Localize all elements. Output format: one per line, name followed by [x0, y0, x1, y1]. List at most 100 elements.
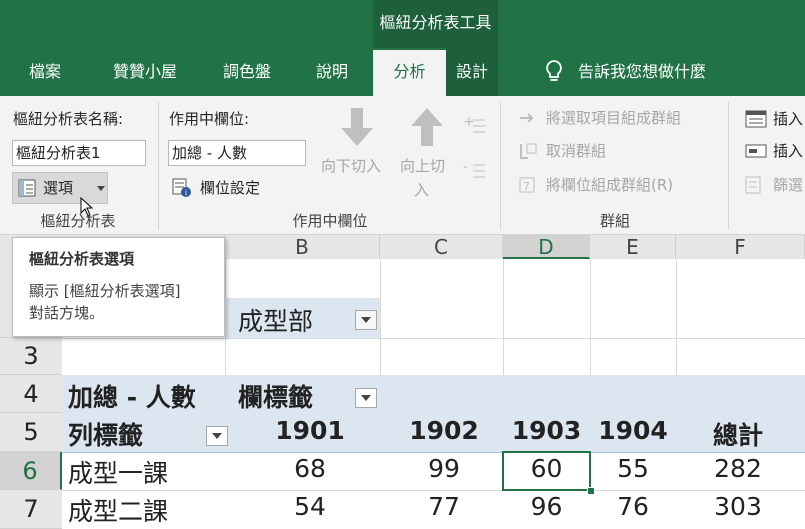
lightbulb-icon	[544, 58, 564, 86]
active-cell-border	[502, 451, 591, 491]
slicer-icon	[745, 110, 767, 128]
filter-value: 成型部	[238, 307, 314, 336]
group-separator	[500, 102, 501, 230]
tab-design[interactable]: 設計	[446, 48, 498, 96]
row-total-cell[interactable]: 282	[676, 454, 800, 483]
year-header[interactable]: 1903	[503, 416, 590, 445]
insert-slicer-button[interactable]: 插入	[745, 108, 805, 130]
collapse-field-icon[interactable]: -	[463, 159, 487, 182]
filter-connections-label: 篩選	[773, 176, 804, 194]
group-selection-label: 將選取項目組成群組	[546, 109, 682, 127]
grid-line	[590, 259, 591, 375]
group-field-icon: 7	[518, 176, 538, 194]
data-cell[interactable]: 99	[385, 454, 503, 483]
group-separator	[728, 102, 729, 230]
column-labels-filter-button[interactable]	[355, 388, 377, 408]
ungroup-label: 取消群組	[546, 142, 607, 160]
tab-file[interactable]: 檔案	[12, 48, 78, 96]
column-header-e[interactable]: E	[590, 235, 676, 259]
active-field-label: 作用中欄位:	[169, 110, 250, 128]
svg-text:+: +	[463, 115, 475, 130]
field-settings-label: 欄位設定	[200, 179, 261, 197]
column-header-d[interactable]: D	[503, 235, 590, 259]
options-icon	[18, 179, 36, 197]
svg-text:i: i	[185, 189, 187, 198]
ungroup-icon	[518, 142, 538, 160]
group-field-label: 將欄位組成群組(R)	[546, 176, 674, 194]
row-header-7[interactable]: 7	[0, 490, 62, 529]
insert-slicer-label: 插入	[773, 110, 804, 128]
row-labels-caption[interactable]: 列標籤	[68, 416, 143, 452]
group-field-button[interactable]: 7 將欄位組成群組(R)	[518, 174, 738, 198]
tab-help[interactable]: 說明	[296, 48, 368, 96]
tooltip-title: 樞紐分析表選項	[29, 250, 135, 268]
row-labels-filter-button[interactable]	[206, 426, 228, 446]
grid-line	[62, 490, 805, 491]
timeline-icon	[745, 142, 767, 160]
filter-dropdown-button[interactable]	[355, 310, 377, 330]
row-header-5[interactable]: 5	[0, 413, 62, 452]
column-header-f[interactable]: F	[676, 235, 805, 259]
tooltip-line2: 對話方塊。	[29, 304, 105, 322]
group-selection-arrow-icon	[518, 109, 538, 127]
tooltip-line1: 顯示 [樞紐分析表選項]	[29, 282, 181, 300]
drill-up-button-line2: 入	[414, 181, 430, 199]
active-field-group-label: 作用中欄位	[292, 212, 368, 230]
pivot-tools-context-header: 樞紐分析表工具	[373, 0, 498, 48]
grid-line	[503, 259, 504, 375]
pivot-group-label: 樞紐分析表	[40, 212, 116, 230]
grand-total-header[interactable]: 總計	[676, 416, 800, 452]
column-header-c[interactable]: C	[380, 235, 503, 259]
pivot-header-border	[62, 452, 805, 453]
svg-text:7: 7	[523, 180, 530, 193]
pivot-name-field[interactable]: 樞紐分析表1	[12, 140, 146, 166]
field-settings-button[interactable]: i 欄位設定	[170, 175, 330, 201]
options-tooltip: 樞紐分析表選項 顯示 [樞紐分析表選項] 對話方塊。	[12, 237, 225, 337]
row-label[interactable]: 成型二課	[68, 492, 168, 528]
tab-zanzan[interactable]: 贊贊小屋	[92, 48, 198, 96]
drill-up-arrow-icon	[403, 104, 451, 150]
pivot-name-label: 樞紐分析表名稱:	[13, 110, 124, 128]
year-header[interactable]: 1901	[240, 416, 380, 445]
row-total-cell[interactable]: 303	[676, 492, 800, 521]
row-header-4[interactable]: 4	[0, 375, 62, 413]
data-cell[interactable]: 96	[503, 492, 590, 521]
column-header-b[interactable]: B	[225, 235, 380, 259]
data-cell[interactable]: 68	[240, 454, 380, 483]
insert-timeline-button[interactable]: 插入	[745, 140, 805, 162]
year-header[interactable]: 1902	[385, 416, 503, 445]
group-selection-button[interactable]: 將選取項目組成群組	[518, 107, 738, 131]
group-separator	[158, 102, 159, 230]
row-header-3[interactable]: 3	[0, 338, 62, 375]
values-caption[interactable]: 加總 - 人數	[68, 378, 196, 414]
grid-line	[62, 338, 805, 339]
fill-handle[interactable]	[587, 487, 595, 495]
filter-connections-button[interactable]: 篩選	[745, 174, 805, 196]
grid-line	[676, 259, 677, 375]
expand-field-icon[interactable]: +	[463, 114, 487, 137]
group-group-label: 群組	[599, 212, 630, 230]
field-settings-icon: i	[172, 178, 192, 198]
drill-down-arrow-icon	[333, 104, 381, 150]
options-dropdown-arrow[interactable]	[97, 186, 105, 191]
tell-me-search[interactable]: 告訴我您想做什麼	[578, 48, 738, 96]
data-cell[interactable]: 54	[240, 492, 380, 521]
year-header[interactable]: 1904	[590, 416, 676, 445]
tab-palette[interactable]: 調色盤	[208, 48, 286, 96]
svg-text:-: -	[463, 160, 468, 175]
row-label[interactable]: 成型一課	[68, 454, 168, 490]
tab-analyze[interactable]: 分析	[373, 50, 446, 96]
data-cell[interactable]: 76	[590, 492, 676, 521]
data-cell[interactable]: 55	[590, 454, 676, 483]
row-header-6[interactable]: 6	[0, 452, 62, 490]
options-label: 選項	[43, 179, 74, 197]
grid-line	[380, 259, 381, 375]
column-labels-caption[interactable]: 欄標籤	[238, 378, 313, 414]
data-cell[interactable]: 77	[385, 492, 503, 521]
insert-timeline-label: 插入	[773, 142, 804, 160]
ungroup-button[interactable]: 取消群組	[518, 140, 738, 164]
active-field-input[interactable]: 加總 - 人數	[168, 140, 306, 166]
filter-connections-icon	[745, 176, 767, 194]
drill-down-button[interactable]: 向下切入	[321, 155, 381, 176]
drill-up-button[interactable]: 向上切	[400, 155, 445, 176]
